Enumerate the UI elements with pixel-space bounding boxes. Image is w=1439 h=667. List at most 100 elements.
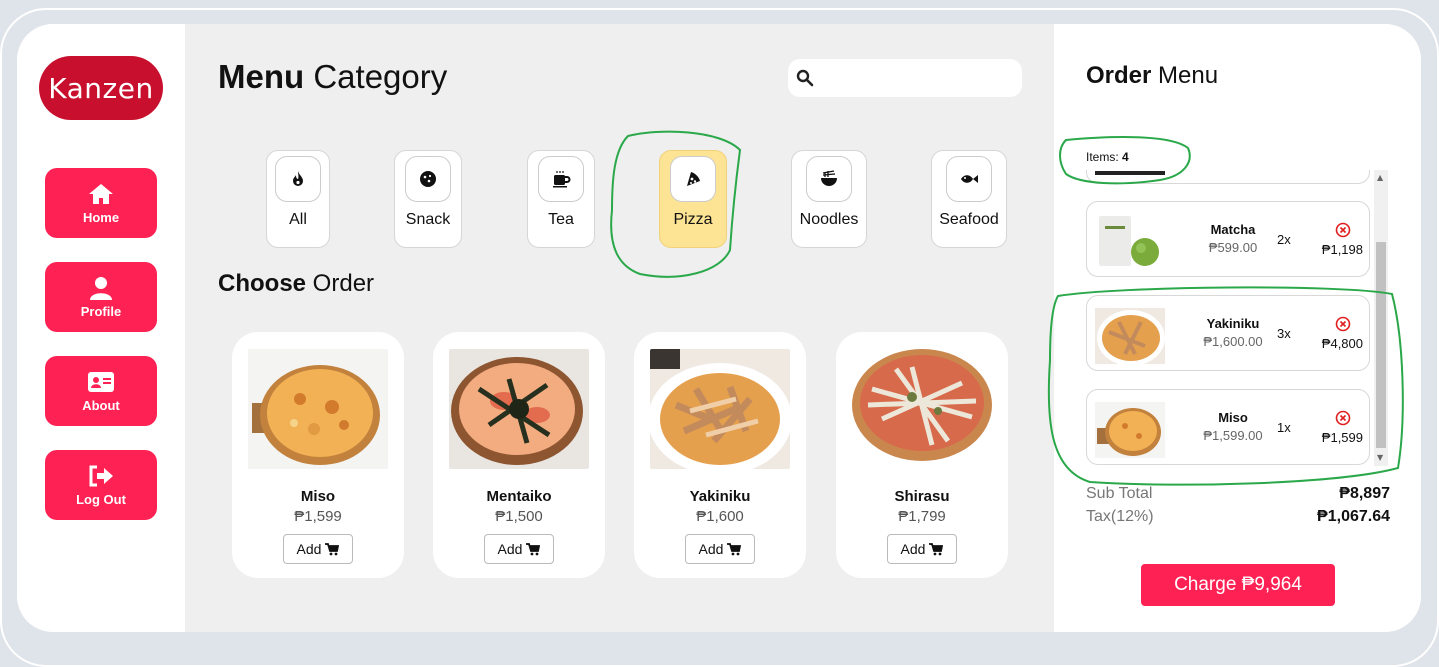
choose-order-heading: Choose Order bbox=[218, 270, 374, 298]
category-noodles[interactable]: Noodles bbox=[791, 150, 867, 248]
app-container: Kanzen Home Profile About Log Out Menu C… bbox=[17, 24, 1421, 632]
category-tea[interactable]: Tea bbox=[527, 150, 595, 248]
order-item-thumbnail bbox=[1095, 402, 1165, 458]
product-name: Miso bbox=[300, 488, 336, 505]
remove-item-icon[interactable] bbox=[1335, 222, 1351, 238]
cookie-icon bbox=[420, 171, 436, 187]
category-snack[interactable]: Snack bbox=[394, 150, 462, 248]
add-to-cart-button[interactable]: Add bbox=[685, 534, 755, 564]
order-item: Yakiniku ₱1,600.00 3x ₱4,800 bbox=[1086, 295, 1370, 371]
product-price: ₱1,500 bbox=[495, 508, 543, 525]
order-menu-heading: Order Menu bbox=[1086, 62, 1218, 90]
home-icon bbox=[89, 183, 113, 204]
order-list-scrollbar[interactable]: ▲ ▼ bbox=[1374, 170, 1388, 466]
order-item-name: Matcha bbox=[1210, 222, 1256, 237]
product-image bbox=[248, 349, 388, 469]
category-icon-box bbox=[806, 156, 852, 202]
order-item-thumbnail bbox=[1095, 308, 1165, 364]
scroll-up-arrow-icon[interactable]: ▲ bbox=[1377, 174, 1385, 182]
user-icon bbox=[90, 276, 112, 300]
order-item-hidden bbox=[1086, 170, 1370, 184]
product-price: ₱1,799 bbox=[898, 508, 946, 525]
nav-profile-button[interactable]: Profile bbox=[45, 262, 157, 332]
order-heading-rest: Menu bbox=[1151, 62, 1219, 89]
order-heading-bold: Order bbox=[1086, 62, 1152, 89]
cart-icon bbox=[929, 542, 944, 555]
menu-heading-rest: Category bbox=[304, 58, 448, 95]
category-label: Noodles bbox=[799, 211, 859, 228]
sidebar: Kanzen Home Profile About Log Out bbox=[17, 24, 185, 632]
product-price: ₱1,600 bbox=[696, 508, 744, 525]
items-count-value: 4 bbox=[1122, 150, 1129, 164]
order-item-unit-price: ₱599.00 bbox=[1208, 240, 1258, 255]
subtotal-value: ₱8,897 bbox=[1339, 485, 1390, 502]
category-label: Snack bbox=[405, 211, 451, 228]
cart-icon bbox=[727, 542, 742, 555]
mug-icon bbox=[553, 171, 571, 188]
subtotal-row: Sub Total ₱8,897 bbox=[1086, 485, 1390, 503]
category-pizza[interactable]: Pizza bbox=[659, 150, 727, 248]
order-item-thumbnail bbox=[1095, 214, 1165, 270]
product-image bbox=[449, 349, 589, 469]
category-label: Seafood bbox=[939, 211, 999, 228]
fire-icon bbox=[293, 171, 303, 186]
menu-heading-bold: Menu bbox=[218, 58, 305, 95]
product-card-shirasu: Shirasu ₱1,799 Add bbox=[836, 332, 1008, 578]
tax-value: ₱1,067.64 bbox=[1317, 508, 1390, 525]
category-label: All bbox=[289, 211, 307, 228]
nav-home-label: Home bbox=[82, 209, 120, 225]
scroll-down-arrow-icon[interactable]: ▼ bbox=[1377, 454, 1385, 462]
items-count: Items: 4 bbox=[1086, 150, 1129, 164]
subtotal-label: Sub Total bbox=[1086, 485, 1153, 502]
remove-item-icon[interactable] bbox=[1335, 316, 1351, 332]
nav-logout-button[interactable]: Log Out bbox=[45, 450, 157, 520]
category-all[interactable]: All bbox=[266, 150, 330, 248]
scrollbar-thumb[interactable] bbox=[1376, 242, 1386, 448]
nav-home-button[interactable]: Home bbox=[45, 168, 157, 238]
menu-category-heading: Menu Category bbox=[218, 58, 447, 96]
nav-about-button[interactable]: About bbox=[45, 356, 157, 426]
category-icon-box bbox=[538, 156, 584, 202]
add-label: Add bbox=[497, 541, 523, 557]
fish-icon bbox=[961, 175, 978, 183]
category-seafood[interactable]: Seafood bbox=[931, 150, 1007, 248]
charge-button[interactable]: Charge ₱9,964 bbox=[1141, 564, 1335, 606]
order-item-qty: 1x bbox=[1277, 420, 1291, 435]
order-item-unit-price: ₱1,600.00 bbox=[1203, 334, 1263, 349]
add-label: Add bbox=[698, 541, 724, 557]
items-count-label: Items: bbox=[1086, 150, 1123, 164]
product-card-mentaiko: Mentaiko ₱1,500 Add bbox=[433, 332, 605, 578]
product-image bbox=[852, 349, 992, 469]
category-icon-box bbox=[670, 156, 716, 202]
id-card-icon bbox=[88, 371, 114, 392]
nav-profile-label: Profile bbox=[80, 303, 122, 319]
order-item-thumb-edge bbox=[1095, 171, 1165, 175]
add-to-cart-button[interactable]: Add bbox=[283, 534, 353, 564]
search-icon bbox=[796, 69, 814, 87]
add-to-cart-button[interactable]: Add bbox=[887, 534, 957, 564]
remove-item-icon[interactable] bbox=[1335, 410, 1351, 426]
order-panel: Order Menu Items: 4 Matcha ₱599.00 2x ₱1… bbox=[1054, 24, 1421, 632]
order-item-total: ₱4,800 bbox=[1321, 336, 1363, 351]
order-item-unit-price: ₱1,599.00 bbox=[1203, 428, 1263, 443]
product-card-yakiniku: Yakiniku ₱1,600 Add bbox=[634, 332, 806, 578]
nav-logout-label: Log Out bbox=[76, 491, 126, 507]
order-item: Miso ₱1,599.00 1x ₱1,599 bbox=[1086, 389, 1370, 465]
cart-icon bbox=[325, 542, 340, 555]
category-label: Pizza bbox=[673, 211, 713, 228]
add-label: Add bbox=[900, 541, 926, 557]
product-price: ₱1,599 bbox=[294, 508, 342, 525]
order-items-list[interactable]: Matcha ₱599.00 2x ₱1,198 Yakiniku ₱1,600… bbox=[1084, 170, 1374, 466]
category-icon-box bbox=[405, 156, 451, 202]
order-item-name: Yakiniku bbox=[1206, 316, 1260, 331]
category-label: Tea bbox=[548, 211, 574, 228]
order-item-total: ₱1,198 bbox=[1321, 242, 1363, 257]
order-item-qty: 2x bbox=[1277, 232, 1291, 247]
order-item-total: ₱1,599 bbox=[1321, 430, 1363, 445]
order-item-qty: 3x bbox=[1277, 326, 1291, 341]
add-to-cart-button[interactable]: Add bbox=[484, 534, 554, 564]
search-input[interactable] bbox=[788, 59, 1022, 97]
nav-about-label: About bbox=[82, 397, 120, 413]
product-card-miso: Miso ₱1,599 Add bbox=[232, 332, 404, 578]
order-item-name: Miso bbox=[1218, 410, 1248, 425]
